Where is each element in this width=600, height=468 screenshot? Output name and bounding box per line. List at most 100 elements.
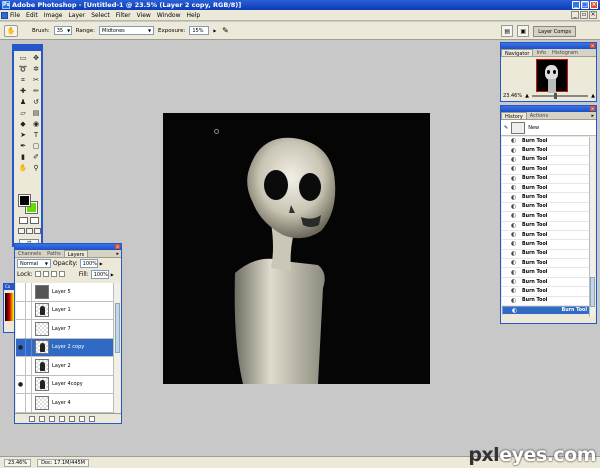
tool-preset-picker[interactable]: ✋ [4, 24, 18, 37]
history-item[interactable]: ◐ Burn Tool [502, 306, 590, 316]
menu-image[interactable]: Image [44, 12, 63, 19]
tab-channels[interactable]: Channels [15, 250, 44, 257]
minimize-button[interactable]: _ [572, 1, 580, 9]
history-item[interactable]: ◐ Burn Tool [502, 287, 590, 297]
history-brush-source-icon[interactable]: ✎ [504, 125, 508, 131]
magic-wand-tool-icon[interactable]: ✲ [30, 64, 42, 74]
layer-row[interactable]: Layer 1 [16, 301, 115, 320]
history-item[interactable]: ◐ Burn Tool [502, 240, 590, 250]
path-selection-tool-icon[interactable]: ➤ [17, 130, 29, 140]
history-item[interactable]: ◐ Burn Tool [502, 212, 590, 222]
history-item[interactable]: ◐ Burn Tool [502, 268, 590, 278]
tab-actions[interactable]: Actions [527, 112, 551, 119]
layer-link-cell[interactable] [26, 375, 32, 394]
adjustment-layer-icon[interactable] [69, 415, 75, 422]
blur-tool-icon[interactable]: ◆ [17, 119, 29, 129]
menu-window[interactable]: Window [157, 12, 181, 19]
history-item[interactable]: ◐ Burn Tool [502, 156, 590, 166]
close-button[interactable]: × [590, 1, 598, 9]
layer-link-cell[interactable] [26, 283, 32, 301]
zoom-slider[interactable] [531, 93, 589, 99]
navigator-preview[interactable] [536, 59, 568, 93]
visibility-eye-icon[interactable] [16, 319, 26, 338]
visibility-eye-icon[interactable]: ● [16, 375, 26, 394]
marquee-tool-icon[interactable]: ▭ [17, 53, 29, 63]
layer-row[interactable]: Layer 4 [16, 393, 115, 413]
toggle-palette-button[interactable]: ▣ [517, 25, 530, 37]
layer-list-scrollbar[interactable] [113, 283, 120, 414]
close-icon[interactable]: × [590, 106, 595, 111]
doc-minimize-button[interactable]: _ [571, 11, 579, 19]
eyedropper-tool-icon[interactable]: ✐ [30, 152, 42, 162]
trash-icon[interactable] [89, 415, 95, 422]
history-scrollbar[interactable] [589, 137, 595, 317]
zoom-tool-icon[interactable]: ⚲ [30, 163, 42, 173]
history-brush-tool-icon[interactable]: ↺ [30, 97, 42, 107]
menu-file[interactable]: File [10, 12, 20, 19]
tab-history[interactable]: History [501, 112, 527, 120]
menu-filter[interactable]: Filter [116, 12, 131, 19]
history-item[interactable]: ◐ Burn Tool [502, 297, 590, 307]
pen-tool-icon[interactable]: ✒ [17, 141, 29, 151]
lasso-tool-icon[interactable]: ➰ [17, 64, 29, 74]
zoom-in-icon[interactable]: ▲ [591, 93, 595, 99]
tab-histogram[interactable]: Histogram [549, 49, 581, 56]
visibility-eye-icon[interactable] [16, 301, 26, 320]
full-screen-menu-mode-button[interactable] [26, 228, 33, 234]
history-item[interactable]: ◐ Burn Tool [502, 278, 590, 288]
navigator-palette-titlebar[interactable]: × [501, 43, 596, 49]
blend-mode-select[interactable]: Normal ▼ [17, 259, 51, 268]
layer-row[interactable]: Layer 7 [16, 319, 115, 339]
new-layer-icon[interactable] [79, 415, 85, 422]
layer-link-cell[interactable] [26, 356, 32, 375]
history-item[interactable]: ◐ Burn Tool [502, 259, 590, 269]
notes-tool-icon[interactable]: ▮ [17, 152, 29, 162]
layer-mask-icon[interactable] [49, 415, 55, 422]
menu-help[interactable]: Help [187, 12, 201, 19]
eraser-tool-icon[interactable]: ▱ [17, 108, 29, 118]
layer-row[interactable]: Layer 5 [16, 283, 115, 302]
history-item[interactable]: ◐ Burn Tool [502, 193, 590, 203]
gradient-tool-icon[interactable]: ▤ [30, 108, 42, 118]
quick-mask-mode-button[interactable] [30, 217, 39, 224]
menu-view[interactable]: View [137, 12, 151, 19]
doc-restore-button[interactable]: ▫ [580, 11, 588, 19]
lock-image-icon[interactable] [42, 271, 49, 277]
menu-select[interactable]: Select [91, 12, 110, 19]
close-icon[interactable]: × [590, 43, 595, 48]
history-palette-titlebar[interactable]: × [501, 106, 596, 112]
range-select[interactable]: Midtones ▼ [99, 26, 155, 35]
scrollbar-thumb[interactable] [590, 277, 595, 307]
history-item[interactable]: ◐ Burn Tool [502, 222, 590, 231]
color-ramp[interactable] [5, 293, 14, 321]
status-zoom[interactable]: 23.46% [4, 458, 32, 467]
history-snapshot[interactable]: ✎ New [501, 120, 596, 136]
tab-paths[interactable]: Paths [44, 250, 64, 257]
fill-slider-arrow-icon[interactable]: ▶ [111, 272, 114, 277]
maximize-button[interactable]: □ [581, 1, 589, 9]
crop-tool-icon[interactable]: ⌗ [17, 75, 29, 85]
history-item[interactable]: ◐ Burn Tool [502, 137, 590, 147]
document-canvas[interactable] [163, 113, 430, 384]
scrollbar-thumb[interactable] [115, 303, 120, 353]
lock-all-icon[interactable] [58, 271, 65, 277]
menu-layer[interactable]: Layer [68, 12, 85, 19]
layer-row[interactable]: ● Layer 2 copy [16, 338, 115, 357]
layer-row[interactable]: ● Layer 4copy [16, 375, 115, 394]
layer-link-cell[interactable] [26, 319, 32, 338]
layer-row[interactable]: Layer 2 [16, 356, 115, 376]
new-set-icon[interactable] [59, 415, 65, 422]
history-item[interactable]: ◐ Burn Tool [502, 184, 590, 194]
clone-stamp-tool-icon[interactable]: ♟ [17, 97, 29, 107]
fill-input[interactable]: 100% [90, 269, 109, 279]
tab-layers[interactable]: Layers [63, 250, 89, 258]
visibility-eye-icon[interactable] [16, 283, 26, 301]
history-item[interactable]: ◐ Burn Tool [502, 175, 590, 184]
link-layers-icon[interactable] [29, 415, 35, 422]
brush-tool-icon[interactable]: ✏ [30, 86, 42, 96]
hand-tool-icon[interactable]: ✋ [17, 163, 29, 173]
palette-menu-icon[interactable]: ▸ [116, 250, 121, 257]
history-item[interactable]: ◐ Burn Tool [502, 165, 590, 175]
palette-menu-icon[interactable]: ▸ [591, 112, 596, 119]
history-item[interactable]: ◐ Burn Tool [502, 250, 590, 260]
